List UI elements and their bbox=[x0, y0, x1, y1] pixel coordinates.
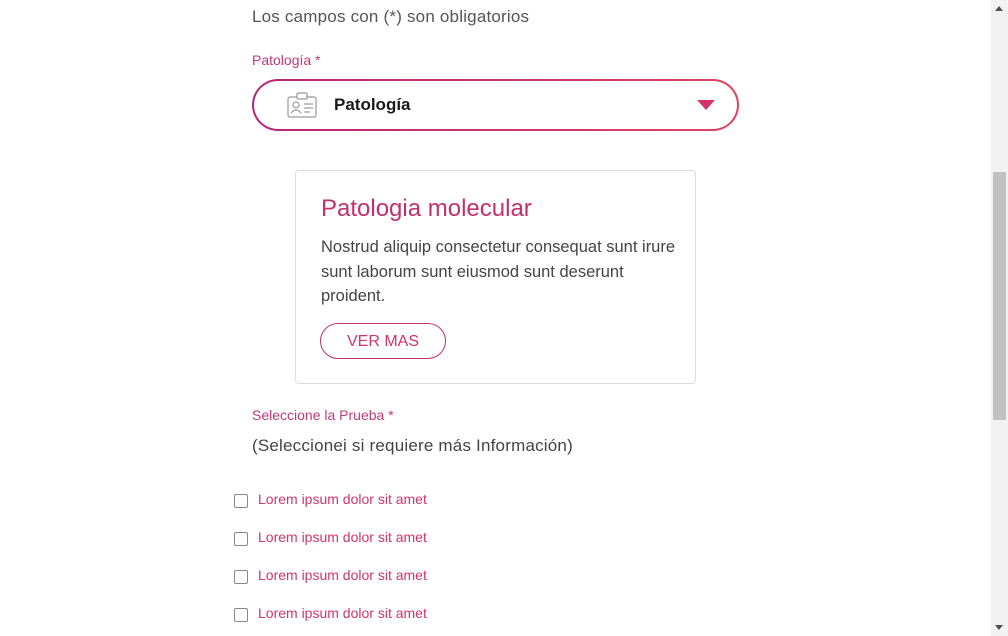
checkbox[interactable] bbox=[234, 570, 248, 584]
checkbox-item[interactable]: Lorem ipsum dolor sit amet bbox=[234, 605, 427, 636]
checkbox-label[interactable]: Lorem ipsum dolor sit amet bbox=[258, 529, 427, 545]
caret-down-icon[interactable] bbox=[697, 100, 715, 110]
patologia-select-value: Patología bbox=[334, 95, 411, 114]
info-request-text: (Seleccionei si requiere más Información… bbox=[252, 436, 573, 455]
checkbox-item[interactable]: Lorem ipsum dolor sit amet bbox=[234, 491, 427, 529]
card-title: Patologia molecular bbox=[321, 195, 532, 222]
checkbox-item[interactable]: Lorem ipsum dolor sit amet bbox=[234, 567, 427, 605]
required-fields-note: Los campos con (*) son obligatorios bbox=[252, 7, 530, 26]
patologia-select-inner[interactable]: Patología bbox=[254, 81, 737, 129]
id-card-icon bbox=[287, 92, 317, 118]
patologia-label: Patología * bbox=[252, 52, 321, 68]
checkbox-label[interactable]: Lorem ipsum dolor sit amet bbox=[258, 491, 427, 507]
prueba-label: Seleccione la Prueba * bbox=[252, 407, 394, 423]
checkbox-item[interactable]: Lorem ipsum dolor sit amet bbox=[234, 529, 427, 567]
checkbox-label[interactable]: Lorem ipsum dolor sit amet bbox=[258, 605, 427, 621]
vertical-scrollbar[interactable] bbox=[991, 0, 1008, 636]
scroll-up-arrow-icon[interactable] bbox=[995, 6, 1003, 11]
checkbox[interactable] bbox=[234, 608, 248, 622]
prueba-checkbox-list: Lorem ipsum dolor sit amet Lorem ipsum d… bbox=[234, 491, 427, 636]
checkbox[interactable] bbox=[234, 494, 248, 508]
patologia-select[interactable]: Patología bbox=[252, 79, 739, 131]
scroll-down-arrow-icon[interactable] bbox=[995, 625, 1003, 630]
page: Los campos con (*) son obligatorios Pato… bbox=[0, 0, 1008, 636]
checkbox-label[interactable]: Lorem ipsum dolor sit amet bbox=[258, 567, 427, 583]
ver-mas-button[interactable]: VER MAS bbox=[320, 323, 446, 359]
checkbox[interactable] bbox=[234, 532, 248, 546]
scrollbar-thumb[interactable] bbox=[993, 172, 1006, 420]
info-card: Patologia molecular Nostrud aliquip cons… bbox=[295, 170, 696, 384]
card-body: Nostrud aliquip consectetur consequat su… bbox=[321, 238, 676, 305]
